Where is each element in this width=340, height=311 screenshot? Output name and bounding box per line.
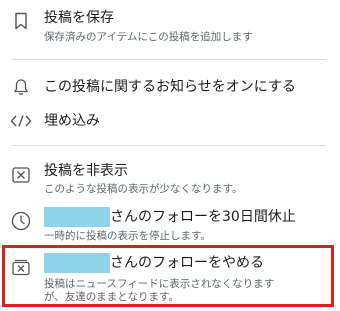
- divider: [12, 59, 326, 60]
- divider: [12, 145, 326, 146]
- menu-item-embed[interactable]: 埋め込み: [0, 106, 340, 136]
- snooze-title-text: さんのフォローを30日間休止: [110, 209, 296, 225]
- bookmark-icon: [10, 10, 32, 32]
- save-post-subtitle: 保存済みのアイテムにこの投稿を追加します: [44, 31, 253, 43]
- hide-box-icon: [10, 164, 32, 186]
- snooze-subtitle: 一時的に投稿の表示を停止します。: [44, 230, 211, 242]
- bell-icon: [10, 76, 32, 98]
- clock-icon: [10, 210, 32, 232]
- menu-item-unfollow[interactable]: さんのフォローをやめる 投稿はニュースフィードに表示されなくなります が、友達の…: [0, 248, 340, 308]
- hide-post-title: 投稿を非表示: [44, 163, 128, 179]
- menu-item-turn-on-notifications[interactable]: この投稿に関するお知らせをオンにする: [0, 72, 340, 102]
- unfollow-subtitle-line2: が、友達のままとなります。: [44, 291, 179, 303]
- snooze-title: さんのフォローを30日間休止: [44, 207, 296, 227]
- redacted-name: [44, 207, 110, 227]
- notifications-title: この投稿に関するお知らせをオンにする: [44, 79, 296, 95]
- unfollow-title-text: さんのフォローをやめる: [110, 255, 264, 271]
- save-post-title: 投稿を保存: [44, 10, 114, 26]
- redacted-name: [44, 253, 110, 273]
- menu-item-hide-post[interactable]: 投稿を非表示 このような投稿の表示が少なくなります。: [0, 158, 340, 202]
- unfollow-subtitle-line1: 投稿はニュースフィードに表示されなくなります: [44, 278, 275, 290]
- code-icon: [10, 110, 32, 132]
- embed-title: 埋め込み: [44, 113, 100, 129]
- unfollow-title: さんのフォローをやめる: [44, 253, 264, 273]
- unfollow-box-icon: [10, 256, 32, 278]
- menu-item-save-post[interactable]: 投稿を保存 保存済みのアイテムにこの投稿を追加します: [0, 0, 340, 52]
- hide-post-subtitle: このような投稿の表示が少なくなります。: [44, 183, 243, 195]
- menu-item-snooze[interactable]: さんのフォローを30日間休止 一時的に投稿の表示を停止します。: [0, 202, 340, 246]
